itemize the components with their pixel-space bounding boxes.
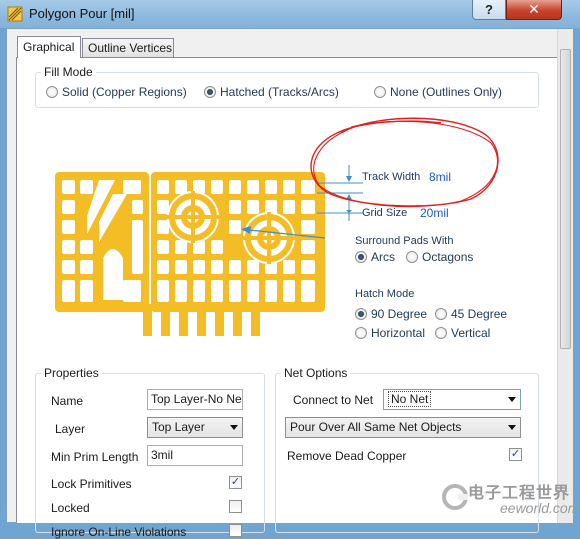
close-button[interactable]: ✕ (506, 0, 562, 20)
pad-lower (243, 212, 295, 264)
layer-select-value: Top Layer (152, 420, 205, 434)
fill-hatched-label: Hatched (Tracks/Arcs) (220, 85, 339, 99)
chevron-down-icon (508, 397, 516, 402)
title-bar: Polygon Pour [mil] ? ✕ (0, 0, 580, 28)
min-prim-length-label: Min Prim Length (51, 450, 139, 464)
radio-checked-icon (355, 251, 367, 263)
connect-to-net-value: No Net (388, 391, 432, 407)
radio-checked-icon (204, 86, 216, 98)
fill-none-label: None (Outlines Only) (390, 85, 503, 99)
surround-arcs-label: Arcs (371, 250, 395, 264)
surround-octagons-radio[interactable]: Octagons (406, 250, 473, 264)
connect-to-net-select[interactable]: No Net (383, 389, 521, 410)
copper-finger (251, 304, 260, 336)
remove-dead-copper-checkbox[interactable]: ✓ (509, 448, 522, 461)
fill-mode-group: Fill Mode Solid (Copper Regions) Hatched… (35, 65, 539, 108)
hatch-90-label: 90 Degree (371, 307, 428, 321)
radio-icon (406, 251, 418, 263)
fill-mode-title: Fill Mode (41, 65, 96, 79)
hatch-mode-title: Hatch Mode (355, 288, 415, 300)
dialog-body: Graphical Outline Vertices Fill Mode Sol… (6, 28, 574, 539)
fill-solid-radio[interactable]: Solid (Copper Regions) (46, 85, 187, 99)
radio-checked-icon (355, 308, 367, 320)
scrollbar-thumb[interactable] (560, 49, 571, 349)
copper-finger (179, 304, 188, 336)
radio-icon (435, 327, 447, 339)
hatch-preview-graphic (55, 172, 326, 336)
red-annotation-circle (310, 117, 499, 208)
surround-pads-title: Surround Pads With (355, 235, 454, 247)
ignore-online-violations-label: Ignore On-Line Violations (51, 525, 187, 539)
hatch-horizontal-label: Horizontal (371, 326, 426, 340)
hatch-45-radio[interactable]: 45 Degree (435, 307, 507, 321)
hatch-vertical-radio[interactable]: Vertical (435, 326, 490, 340)
layer-select[interactable]: Top Layer (147, 417, 243, 438)
hatch-45-label: 45 Degree (451, 307, 508, 321)
watermark: 电子工程世界 eeworld.com.cn (440, 478, 580, 520)
copper-finger (161, 304, 170, 336)
properties-title: Properties (41, 366, 102, 380)
watermark-url: eeworld.com.cn (500, 500, 580, 516)
copper-finger (215, 304, 224, 336)
vertical-scrollbar[interactable] (557, 29, 573, 523)
help-button[interactable]: ? (472, 0, 506, 20)
pour-over-value: Pour Over All Same Net Objects (290, 420, 462, 434)
fill-hatched-radio[interactable]: Hatched (Tracks/Arcs) (204, 85, 339, 99)
tab-outline-vertices[interactable]: Outline Vertices (82, 38, 174, 57)
hatch-vertical-label: Vertical (451, 326, 491, 340)
hatch-horizontal-radio[interactable]: Horizontal (355, 326, 425, 340)
name-label: Name (51, 394, 84, 408)
fill-none-radio[interactable]: None (Outlines Only) (374, 85, 502, 99)
copper-finger (197, 304, 206, 336)
lock-primitives-label: Lock Primitives (51, 477, 132, 491)
window-title: Polygon Pour [mil] (29, 6, 135, 21)
net-options-title: Net Options (281, 366, 351, 380)
fill-solid-label: Solid (Copper Regions) (62, 85, 187, 99)
radio-icon (355, 327, 367, 339)
radio-icon (435, 308, 447, 320)
pad-upper (167, 191, 219, 243)
lock-primitives-checkbox[interactable]: ✓ (229, 476, 242, 489)
tab-graphical[interactable]: Graphical (17, 36, 81, 58)
hatch-90-radio[interactable]: 90 Degree (355, 307, 427, 321)
min-prim-length-field[interactable]: 3mil (147, 445, 243, 466)
copper-finger (143, 304, 152, 336)
tab-panel-graphical: Fill Mode Solid (Copper Regions) Hatched… (16, 57, 564, 539)
radio-icon (374, 86, 386, 98)
watermark-logo-icon (442, 484, 468, 510)
chevron-down-icon (230, 425, 238, 430)
radio-icon (46, 86, 58, 98)
app-icon (7, 6, 23, 22)
surround-octagons-label: Octagons (422, 250, 474, 264)
pour-over-select[interactable]: Pour Over All Same Net Objects (285, 417, 521, 438)
name-field[interactable]: Top Layer-No Net (147, 389, 243, 410)
remove-dead-copper-label: Remove Dead Copper (287, 449, 407, 463)
connect-to-net-label: Connect to Net (293, 393, 374, 407)
locked-label: Locked (51, 501, 90, 515)
copper-finger (233, 304, 242, 336)
locked-checkbox[interactable] (229, 500, 242, 513)
layer-label: Layer (55, 422, 86, 436)
chevron-down-icon (508, 425, 516, 430)
surround-arcs-radio[interactable]: Arcs (355, 250, 395, 264)
ignore-online-violations-checkbox[interactable] (229, 524, 242, 537)
